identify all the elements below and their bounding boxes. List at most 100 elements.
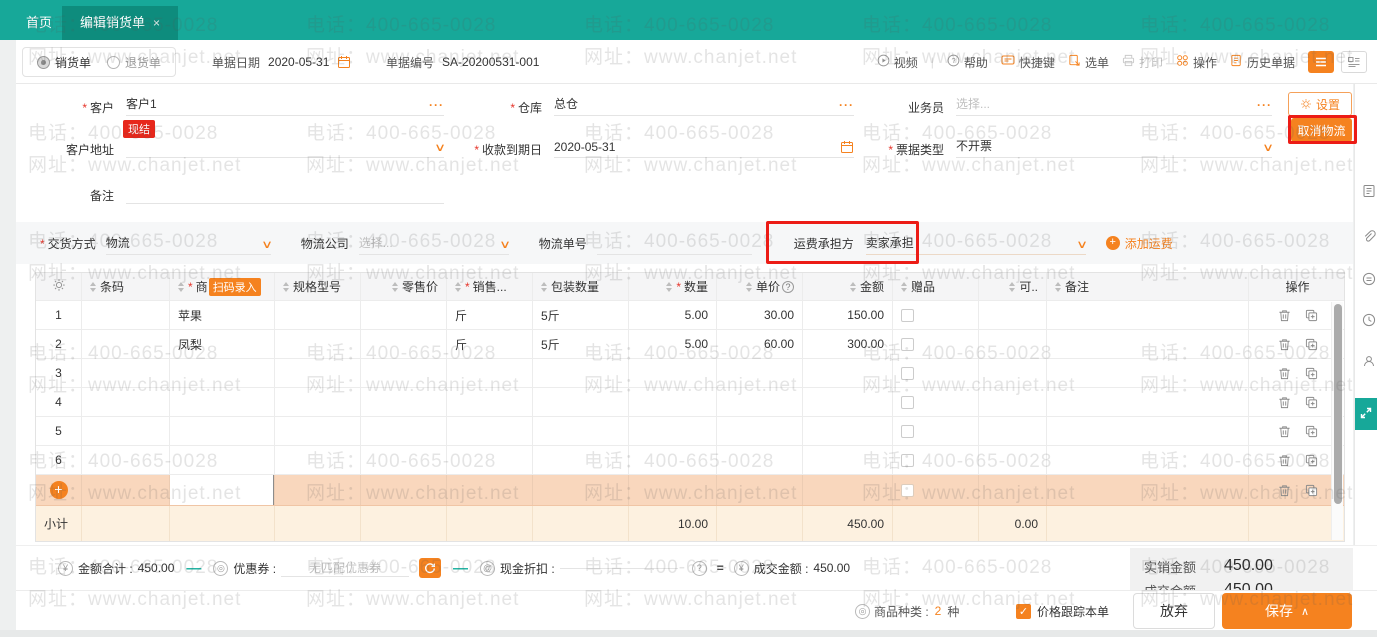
cell-amount[interactable]: 150.00 <box>803 301 893 329</box>
customer-picker-icon[interactable]: ··· <box>429 98 444 112</box>
toolbar-action-video[interactable]: 视频 <box>877 54 918 71</box>
cash-discount-input[interactable] <box>560 568 678 569</box>
table-scrollbar[interactable] <box>1331 302 1343 540</box>
salesman-field[interactable]: 选择... ··· <box>956 92 1272 116</box>
logistics-number-field[interactable] <box>597 231 752 255</box>
sort-icon[interactable] <box>283 282 289 292</box>
delete-row-icon[interactable] <box>1276 482 1293 499</box>
cell-qty[interactable] <box>629 388 717 416</box>
toolbar-action-pick-order[interactable]: 选单 <box>1068 54 1109 71</box>
cell-gift[interactable] <box>893 388 979 416</box>
cell-retail[interactable] <box>361 359 447 387</box>
cell-gift[interactable] <box>893 359 979 387</box>
gift-checkbox[interactable] <box>901 338 914 351</box>
cell-product[interactable]: 凤梨 <box>170 330 275 358</box>
scrollbar-thumb[interactable] <box>1334 304 1342 504</box>
coupon-input[interactable]: 无匹配优惠券 <box>281 559 409 577</box>
cell-avail[interactable] <box>979 359 1047 387</box>
copy-row-icon[interactable] <box>1303 482 1320 499</box>
cell-spec[interactable] <box>275 417 361 445</box>
gift-checkbox[interactable] <box>901 309 914 322</box>
chevron-down-icon[interactable]: ∨ <box>261 240 273 251</box>
gift-checkbox[interactable] <box>901 484 914 497</box>
scan-entry-badge[interactable]: 扫码录入 <box>209 278 261 296</box>
doc-date-value[interactable]: 2020-05-31 <box>268 55 329 69</box>
column-settings-icon[interactable] <box>52 278 66 295</box>
due-date-field[interactable]: 2020-05-31 <box>554 134 854 158</box>
cell-retail[interactable] <box>361 417 447 445</box>
cell-pack[interactable] <box>533 359 629 387</box>
cell-qty[interactable] <box>629 417 717 445</box>
toolbar-action-operations[interactable]: 操作 <box>1176 54 1217 71</box>
cell-remark[interactable] <box>1047 359 1249 387</box>
toolbar-action-help[interactable]: ?帮助 <box>947 54 988 71</box>
gift-checkbox[interactable] <box>901 454 914 467</box>
cell-unit[interactable] <box>447 359 533 387</box>
sort-icon[interactable] <box>392 282 398 292</box>
customer-address-field[interactable]: ∨ <box>126 134 444 158</box>
checkbox-checked-icon[interactable]: ✓ <box>1016 604 1031 619</box>
cell-retail[interactable] <box>361 330 447 358</box>
cell-amount[interactable] <box>803 388 893 416</box>
cell-pack[interactable]: 5斤 <box>533 301 629 329</box>
delete-row-icon[interactable] <box>1276 307 1293 324</box>
warehouse-field[interactable]: 总仓 ··· <box>554 92 854 116</box>
toolbar-action-hotkeys[interactable]: 快捷键 <box>1001 54 1055 71</box>
cell-product[interactable] <box>170 417 275 445</box>
cancel-logistics-button[interactable]: 取消物流 <box>1291 118 1352 142</box>
cell-barcode[interactable] <box>82 446 170 474</box>
delete-row-icon[interactable] <box>1276 365 1293 382</box>
cell-barcode[interactable] <box>82 417 170 445</box>
cell-amount[interactable] <box>803 359 893 387</box>
radio-return-order[interactable]: 退货单 <box>107 54 161 71</box>
freight-bearer-field[interactable]: 卖家承担 <box>866 231 1016 255</box>
gift-checkbox[interactable] <box>901 367 914 380</box>
cell-gift[interactable] <box>893 417 979 445</box>
cell-unit[interactable] <box>447 388 533 416</box>
copy-row-icon[interactable] <box>1303 307 1320 324</box>
cell-price[interactable] <box>717 417 803 445</box>
add-freight-link[interactable]: + 添加运费 <box>1106 235 1173 252</box>
cell-avail[interactable] <box>979 388 1047 416</box>
copy-row-icon[interactable] <box>1303 336 1320 353</box>
sort-icon[interactable] <box>850 282 856 292</box>
cell-remark[interactable] <box>1047 388 1249 416</box>
save-button[interactable]: 保存 ∧ <box>1222 593 1352 629</box>
cell-product[interactable] <box>170 446 275 474</box>
calendar-icon[interactable] <box>337 55 351 69</box>
cell-barcode[interactable] <box>82 301 170 329</box>
rail-coupon-icon[interactable] <box>1362 272 1376 289</box>
cell-qty[interactable] <box>629 446 717 474</box>
chevron-down-icon[interactable]: ∨ <box>1262 143 1274 154</box>
sort-icon[interactable] <box>1055 282 1061 292</box>
cell-avail[interactable] <box>979 446 1047 474</box>
tab-close-icon[interactable]: × <box>153 16 160 30</box>
cell-spec[interactable] <box>275 330 361 358</box>
toolbar-action-history[interactable]: 历史单据 <box>1230 54 1295 71</box>
radio-sales-order[interactable]: 销货单 <box>37 54 91 71</box>
cell-unit[interactable] <box>447 417 533 445</box>
cell-qty[interactable]: 5.00 <box>629 330 717 358</box>
gift-checkbox[interactable] <box>901 396 914 409</box>
chevron-down-icon[interactable]: ∨ <box>499 240 511 251</box>
cell-price[interactable]: 60.00 <box>717 330 803 358</box>
cell-price[interactable] <box>717 388 803 416</box>
cell-remark[interactable] <box>1047 330 1249 358</box>
sort-icon[interactable] <box>455 282 461 292</box>
chevron-down-icon[interactable]: ∨ <box>434 143 446 154</box>
cell-amount[interactable] <box>803 417 893 445</box>
invoice-type-field[interactable]: 不开票 ∨ <box>956 134 1272 158</box>
sort-icon[interactable] <box>178 282 184 292</box>
cell-amount[interactable]: 300.00 <box>803 330 893 358</box>
settings-button[interactable]: 设置 <box>1288 92 1352 116</box>
cell-price[interactable]: 30.00 <box>717 301 803 329</box>
remark-field[interactable] <box>126 180 444 204</box>
copy-row-icon[interactable] <box>1303 365 1320 382</box>
tab-edit-sales-order[interactable]: 编辑销货单× <box>62 6 178 40</box>
rail-clock-icon[interactable] <box>1362 313 1376 330</box>
delete-row-icon[interactable] <box>1276 423 1293 440</box>
refresh-coupon-button[interactable] <box>419 558 441 578</box>
cell-remark[interactable] <box>1047 301 1249 329</box>
delete-row-icon[interactable] <box>1276 336 1293 353</box>
cell-qty[interactable]: 5.00 <box>629 301 717 329</box>
